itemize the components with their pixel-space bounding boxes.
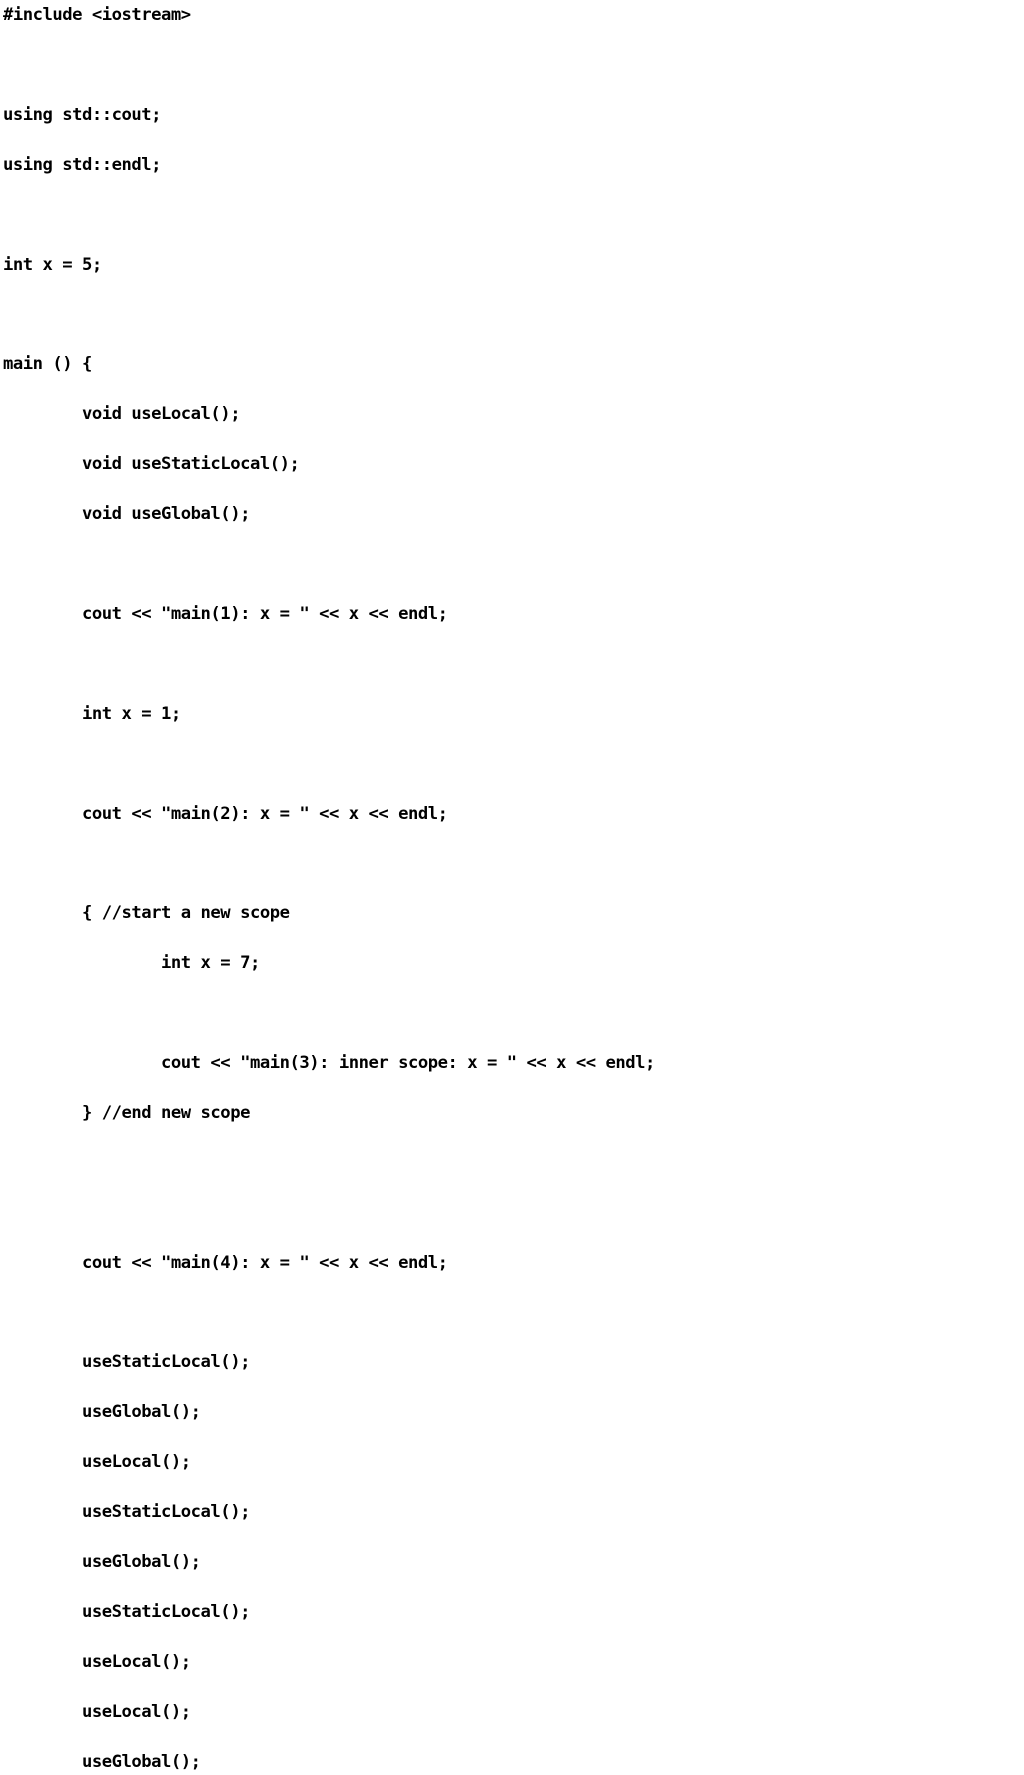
code-line: cout << "main(4): x = " << x << endl; bbox=[3, 1252, 448, 1273]
code-line: cout << "main(2): x = " << x << endl; bbox=[3, 803, 448, 824]
code-line: useStaticLocal(); bbox=[3, 1602, 250, 1622]
code-line: useStaticLocal(); bbox=[3, 1502, 250, 1523]
code-line: useGlobal(); bbox=[3, 1402, 201, 1423]
code-line: int x = 7; bbox=[3, 953, 260, 974]
code-line: #include <iostream> bbox=[3, 5, 191, 25]
code-line: void useGlobal(); bbox=[3, 504, 250, 525]
code-line: cout << "main(3): inner scope: x = " << … bbox=[3, 1053, 655, 1074]
code-block: #include <iostream> using std::cout; usi… bbox=[0, 0, 1024, 1775]
code-line: using std::endl; bbox=[3, 154, 162, 175]
code-line: { //start a new scope bbox=[3, 903, 290, 924]
code-line: useLocal(); bbox=[3, 1651, 191, 1672]
code-line: } //end new scope bbox=[3, 1102, 250, 1123]
code-line: cout << "main(1): x = " << x << endl; bbox=[3, 603, 448, 624]
code-line: useStaticLocal(); bbox=[3, 1352, 250, 1373]
code-line: useLocal(); bbox=[3, 1701, 191, 1722]
code-line: void useLocal(); bbox=[3, 404, 241, 425]
code-line: main () { bbox=[3, 354, 92, 375]
code-line: int x = 1; bbox=[3, 703, 181, 724]
code-line: useGlobal(); bbox=[3, 1751, 201, 1772]
code-line: useGlobal(); bbox=[3, 1552, 201, 1573]
code-line: void useStaticLocal(); bbox=[3, 454, 300, 475]
code-line: int x = 5; bbox=[3, 254, 102, 275]
code-line: using std::cout; bbox=[3, 104, 162, 125]
code-listing-page: #include <iostream> using std::cout; usi… bbox=[0, 0, 1024, 1772]
code-line: useLocal(); bbox=[3, 1452, 191, 1473]
